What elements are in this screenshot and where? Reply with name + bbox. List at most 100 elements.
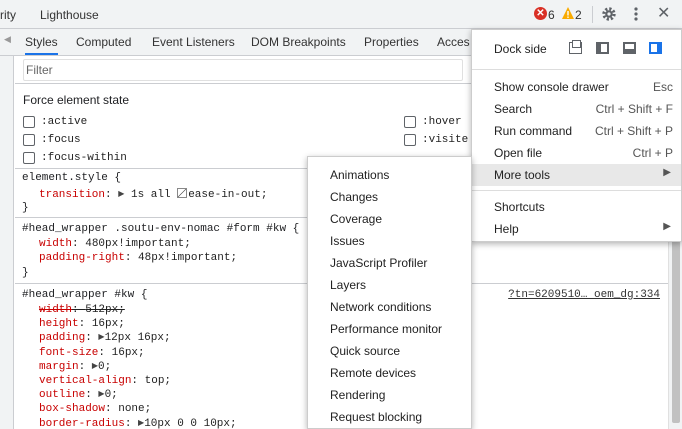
css-declaration[interactable]: padding: ▶12px 16px;	[39, 332, 171, 344]
hover-checkbox[interactable]	[404, 116, 416, 128]
submenu-item-issues[interactable]: Issues	[308, 229, 471, 251]
css-declaration[interactable]: transition: ▶ 1s all ease-in-out;	[39, 188, 267, 201]
submenu-item-animations[interactable]: Animations	[308, 163, 471, 185]
menu-item-run-command[interactable]: Run command Ctrl + Shift + P	[472, 120, 681, 142]
rule-selector[interactable]: #head_wrapper #kw {	[22, 289, 147, 301]
tab-computed[interactable]: Computed	[76, 35, 131, 49]
warning-count[interactable]: 2	[575, 8, 582, 22]
menu-item-show-console-drawer[interactable]: Show console drawer Esc	[472, 76, 681, 98]
menu-item-label: Open file	[494, 146, 543, 160]
css-declaration[interactable]: border-radius: ▶10px 0 0 10px;	[39, 418, 237, 429]
menu-item-open-file[interactable]: Open file Ctrl + P	[472, 142, 681, 164]
submenu-item-quick-source[interactable]: Quick source	[308, 339, 471, 361]
menu-divider	[472, 190, 681, 191]
submenu-item-performance-monitor[interactable]: Performance monitor	[308, 317, 471, 339]
menu-item-shortcuts[interactable]: Shortcuts	[472, 196, 681, 218]
submenu-item-label: Network conditions	[330, 300, 432, 314]
menu-item-more-tools[interactable]: More tools ▶	[472, 164, 681, 186]
tab-event-listeners[interactable]: Event Listeners	[152, 35, 235, 49]
property-value[interactable]: 0;	[98, 361, 111, 373]
property-name[interactable]: outline	[39, 389, 85, 401]
property-name[interactable]: width	[39, 238, 72, 250]
property-name[interactable]: font-size	[39, 347, 98, 359]
property-value[interactable]: 16px;	[112, 347, 145, 359]
css-declaration[interactable]: padding-right: 48px!important;	[39, 252, 237, 264]
property-value[interactable]: top;	[145, 375, 171, 387]
submenu-item-network-conditions[interactable]: Network conditions	[308, 295, 471, 317]
css-declaration[interactable]: margin: ▶0;	[39, 361, 111, 373]
settings-gear-icon[interactable]	[601, 6, 617, 22]
css-declaration[interactable]: outline: ▶0;	[39, 389, 118, 401]
property-value[interactable]: 48px!important;	[138, 252, 237, 264]
undock-icon[interactable]	[569, 40, 582, 54]
property-value[interactable]: 12px 16px;	[105, 332, 171, 344]
css-declaration[interactable]: vertical-align: top;	[39, 375, 171, 387]
easing-editor-icon[interactable]	[177, 188, 188, 198]
submenu-item-coverage[interactable]: Coverage	[308, 207, 471, 229]
css-declaration[interactable]: width: 480px!important;	[39, 238, 191, 250]
css-declaration[interactable]: box-shadow: none;	[39, 403, 151, 415]
property-value[interactable]: 480px!important;	[85, 238, 191, 250]
visited-checkbox[interactable]	[404, 134, 416, 146]
focus-within-checkbox[interactable]	[23, 152, 35, 164]
property-name[interactable]: margin	[39, 361, 79, 373]
property-name[interactable]: vertical-align	[39, 375, 131, 387]
active-checkbox[interactable]	[23, 116, 35, 128]
error-icon[interactable]: ✕	[534, 7, 547, 20]
error-count[interactable]: 6	[548, 8, 555, 22]
property-name[interactable]: transition	[39, 189, 105, 201]
focus-checkbox[interactable]	[23, 134, 35, 146]
more-options-icon[interactable]	[633, 6, 639, 22]
submenu-item-javascript-profiler[interactable]: JavaScript Profiler	[308, 251, 471, 273]
property-name[interactable]: width	[39, 304, 72, 316]
property-value[interactable]: ease-in-out;	[188, 189, 267, 201]
css-declaration[interactable]: height: 16px;	[39, 318, 125, 330]
source-link[interactable]: ?tn=6209510… oem_dg:334	[508, 289, 660, 301]
dock-left-icon[interactable]	[596, 42, 609, 54]
property-value[interactable]: 512px;	[85, 304, 125, 316]
tab-lighthouse[interactable]: Lighthouse	[40, 8, 99, 22]
dock-right-icon[interactable]	[649, 42, 662, 54]
active-label: :active	[41, 116, 88, 128]
filter-input[interactable]	[23, 59, 463, 81]
property-name[interactable]: padding	[39, 332, 85, 344]
property-name[interactable]: padding-right	[39, 252, 125, 264]
scroll-left-icon[interactable]: ◀	[4, 34, 12, 48]
submenu-arrow-icon: ▶	[663, 221, 671, 232]
rule-selector[interactable]: #head_wrapper .soutu-env-nomac #form #kw…	[22, 223, 299, 235]
property-name[interactable]: box-shadow	[39, 403, 105, 415]
dock-bottom-icon[interactable]	[623, 42, 636, 54]
tab-security[interactable]: rity	[0, 8, 16, 22]
property-value[interactable]: 0;	[105, 389, 118, 401]
tab-accessibility[interactable]: Acces	[437, 35, 470, 49]
css-declaration[interactable]: width: 512px;	[39, 304, 125, 316]
tab-properties[interactable]: Properties	[364, 35, 419, 49]
more-tools-submenu: Animations Changes Coverage Issues JavaScrip…	[307, 156, 472, 429]
tab-dom-breakpoints[interactable]: DOM Breakpoints	[251, 35, 346, 49]
close-icon[interactable]: ✕	[657, 5, 670, 23]
property-name[interactable]: border-radius	[39, 418, 125, 429]
devtools-topbar: rity Lighthouse ✕ 6 2 ✕	[0, 0, 682, 29]
property-name[interactable]: height	[39, 318, 79, 330]
property-value[interactable]: 1s all	[131, 189, 171, 201]
toolbar-divider	[592, 6, 593, 23]
warning-icon[interactable]	[561, 6, 575, 20]
css-declaration[interactable]: font-size: 16px;	[39, 347, 145, 359]
property-value[interactable]: none;	[118, 403, 151, 415]
submenu-item-rendering[interactable]: Rendering	[308, 383, 471, 405]
submenu-item-layers[interactable]: Layers	[308, 273, 471, 295]
property-value[interactable]: 10px 0 0 10px;	[144, 418, 236, 429]
hover-label: :hover	[422, 116, 462, 128]
submenu-item-request-blocking[interactable]: Request blocking	[308, 405, 471, 427]
menu-item-search[interactable]: Search Ctrl + Shift + F	[472, 98, 681, 120]
tab-styles[interactable]: Styles	[25, 35, 58, 55]
property-value[interactable]: 16px;	[92, 318, 125, 330]
rule-selector[interactable]: element.style {	[22, 172, 121, 184]
rule-close-brace: }	[22, 267, 29, 279]
menu-divider	[472, 69, 681, 70]
menu-item-help[interactable]: Help ▶	[472, 218, 681, 240]
submenu-item-changes[interactable]: Changes	[308, 185, 471, 207]
focus-within-label: :focus-within	[41, 152, 127, 164]
submenu-item-remote-devices[interactable]: Remote devices	[308, 361, 471, 383]
submenu-arrow-icon: ▶	[663, 167, 671, 178]
